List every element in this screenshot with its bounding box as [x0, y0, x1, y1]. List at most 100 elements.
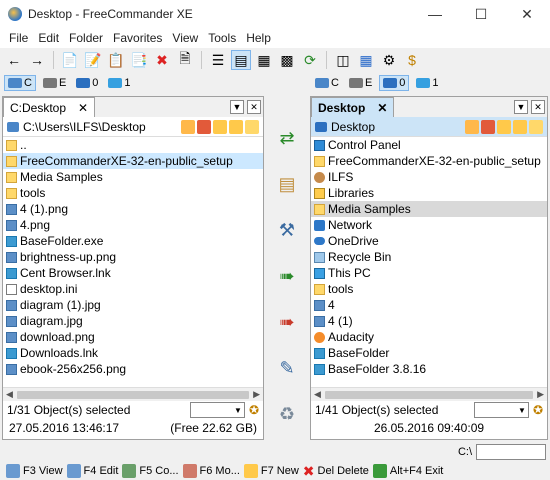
file-row[interactable]: OneDrive: [311, 233, 547, 249]
favorites-icon[interactable]: [481, 119, 495, 134]
move-file-icon[interactable]: 📑: [129, 50, 149, 70]
filter-icon[interactable]: ✪: [533, 403, 543, 417]
file-row[interactable]: Libraries: [311, 185, 547, 201]
file-row[interactable]: tools: [311, 281, 547, 297]
tab-dropdown-icon[interactable]: ▼: [514, 100, 528, 114]
close-button[interactable]: ✕: [504, 0, 550, 28]
view-thumbnails-icon[interactable]: ▩: [277, 50, 297, 70]
file-row[interactable]: FreeCommanderXE-32-en-public_setup: [311, 153, 547, 169]
scroll-right-icon[interactable]: ▶: [537, 389, 544, 400]
menu-folder[interactable]: Folder: [64, 31, 108, 45]
left-drive-c[interactable]: C: [4, 75, 36, 91]
settings-icon[interactable]: ⚙: [379, 50, 399, 70]
file-row[interactable]: diagram.jpg: [3, 313, 263, 329]
view-list-icon[interactable]: ▦: [254, 50, 274, 70]
right-drive-c[interactable]: C: [312, 76, 342, 90]
move-to-other-icon[interactable]: ➠: [273, 308, 301, 336]
copy-file-icon[interactable]: 📋: [106, 50, 126, 70]
command-input[interactable]: [476, 444, 546, 460]
file-row[interactable]: Control Panel: [311, 137, 547, 153]
dollar-icon[interactable]: $: [402, 50, 422, 70]
file-row[interactable]: 4 (1): [311, 313, 547, 329]
file-row[interactable]: 4: [311, 297, 547, 313]
scroll-left-icon[interactable]: ◀: [314, 389, 321, 400]
left-path[interactable]: C:\Users\ILFS\Desktop: [23, 120, 177, 134]
right-drive-1[interactable]: 1: [413, 76, 441, 90]
tab-close-icon[interactable]: ✕: [247, 100, 261, 114]
file-row[interactable]: BaseFolder: [311, 345, 547, 361]
tools-icon[interactable]: ⚒: [273, 216, 301, 244]
menu-help[interactable]: Help: [241, 31, 276, 45]
file-row[interactable]: Media Samples: [311, 201, 547, 217]
menu-tools[interactable]: Tools: [203, 31, 241, 45]
history-icon[interactable]: [181, 119, 195, 134]
edit-file-icon[interactable]: 📝: [83, 50, 103, 70]
file-row[interactable]: desktop.ini: [3, 281, 263, 297]
file-row[interactable]: BaseFolder.exe: [3, 233, 263, 249]
layout-icon[interactable]: ◫: [333, 50, 353, 70]
menu-edit[interactable]: Edit: [33, 31, 64, 45]
file-row[interactable]: Downloads.lnk: [3, 345, 263, 361]
file-row[interactable]: ..: [3, 137, 263, 153]
left-horizontal-scrollbar[interactable]: ◀ ▶: [3, 387, 263, 401]
file-row[interactable]: 4.png: [3, 217, 263, 233]
file-row[interactable]: This PC: [311, 265, 547, 281]
folder-menu-icon[interactable]: [245, 119, 259, 134]
refresh-icon[interactable]: ⟳: [300, 50, 320, 70]
view-file-icon[interactable]: 📄: [60, 50, 80, 70]
menu-view[interactable]: View: [167, 31, 203, 45]
left-drive-1[interactable]: 1: [105, 76, 133, 90]
file-row[interactable]: Recycle Bin: [311, 249, 547, 265]
file-row[interactable]: Network: [311, 217, 547, 233]
view-details-icon[interactable]: ▤: [231, 50, 251, 70]
root-folder-icon[interactable]: [513, 119, 527, 134]
recycle-bin-icon[interactable]: ♻: [273, 400, 301, 428]
right-filter-dropdown[interactable]: ▼: [473, 402, 529, 418]
tab-close-icon[interactable]: ✕: [531, 100, 545, 114]
folder-menu-icon[interactable]: [529, 119, 543, 134]
f7-new-button[interactable]: F7 New: [243, 464, 299, 478]
copy-to-other-icon[interactable]: ➠: [273, 262, 301, 290]
file-row[interactable]: download.png: [3, 329, 263, 345]
view-tree-icon[interactable]: ☰: [208, 50, 228, 70]
f3-view-button[interactable]: F3 View: [6, 464, 63, 478]
archive-icon[interactable]: ▤: [273, 170, 301, 198]
file-row[interactable]: tools: [3, 185, 263, 201]
properties-icon[interactable]: 🗎: [175, 50, 195, 70]
parent-folder-icon[interactable]: [497, 119, 511, 134]
right-horizontal-scrollbar[interactable]: ◀ ▶: [311, 387, 547, 401]
filter-icon[interactable]: ✪: [249, 403, 259, 417]
history-icon[interactable]: [465, 119, 479, 134]
back-icon[interactable]: ←: [4, 50, 24, 70]
scroll-thumb[interactable]: [324, 390, 534, 399]
minimize-button[interactable]: —: [412, 0, 458, 28]
left-drive-0[interactable]: 0: [73, 76, 101, 90]
sync-icon[interactable]: ⇄: [273, 124, 301, 152]
file-row[interactable]: Cent Browser.lnk: [3, 265, 263, 281]
delete-icon[interactable]: ✖: [152, 50, 172, 70]
file-row[interactable]: BaseFolder 3.8.16: [311, 361, 547, 377]
file-row[interactable]: ILFS: [311, 169, 547, 185]
f4-edit-button[interactable]: F4 Edit: [66, 464, 118, 478]
file-row[interactable]: Media Samples: [3, 169, 263, 185]
close-tab-icon[interactable]: ✕: [78, 101, 88, 115]
maximize-button[interactable]: ☐: [458, 0, 504, 28]
grid-icon[interactable]: ▦: [356, 50, 376, 70]
compare-icon[interactable]: ✎: [273, 354, 301, 382]
forward-icon[interactable]: →: [27, 50, 47, 70]
menu-file[interactable]: File: [4, 31, 33, 45]
file-row[interactable]: FreeCommanderXE-32-en-public_setup: [3, 153, 263, 169]
file-row[interactable]: ebook-256x256.png: [3, 361, 263, 377]
del-delete-button[interactable]: ✖ Del Delete: [303, 463, 369, 480]
tab-dropdown-icon[interactable]: ▼: [230, 100, 244, 114]
right-tab[interactable]: Desktop ✕: [311, 97, 395, 117]
right-drive-e[interactable]: E: [346, 76, 375, 90]
left-tab[interactable]: C:Desktop ✕: [3, 97, 96, 117]
favorites-icon[interactable]: [197, 119, 211, 134]
left-filter-dropdown[interactable]: ▼: [189, 402, 245, 418]
scroll-right-icon[interactable]: ▶: [253, 389, 260, 400]
left-drive-e[interactable]: E: [40, 76, 69, 90]
scroll-left-icon[interactable]: ◀: [6, 389, 13, 400]
alt-f4-exit-button[interactable]: Alt+F4 Exit: [372, 464, 443, 478]
file-row[interactable]: brightness-up.png: [3, 249, 263, 265]
